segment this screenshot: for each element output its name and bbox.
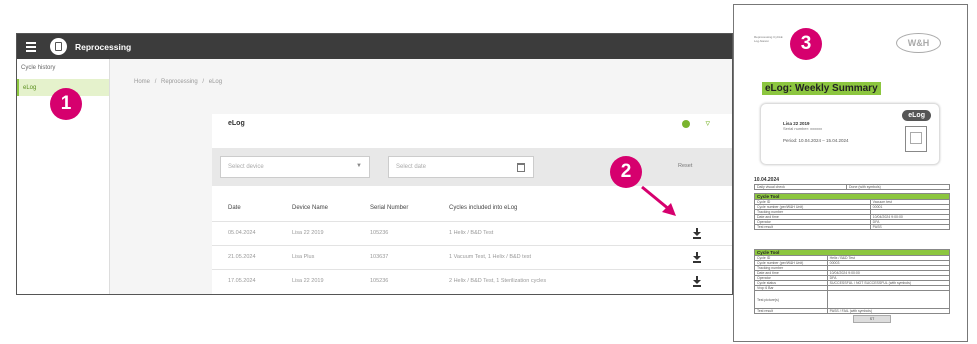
date-select[interactable]: Select date bbox=[388, 156, 534, 178]
check-table: Daily visual check Done (with symbols) bbox=[753, 184, 950, 190]
top-bar: Reprocessing bbox=[17, 34, 732, 59]
menu-icon[interactable] bbox=[26, 41, 36, 52]
table-row[interactable]: 05.04.2024 Lisa 22 2019 105236 1 Helix /… bbox=[212, 221, 732, 245]
breadcrumb-reprocessing[interactable]: Reprocessing bbox=[161, 79, 198, 85]
sidebar-item-cycle-history[interactable]: Cycle history bbox=[17, 59, 109, 76]
breadcrumb-separator: / bbox=[202, 79, 205, 85]
row-device-name: Lisa 22 2019 bbox=[292, 278, 324, 284]
elog-document: Reprocessing CyCLE Log Alanon W&H eLog: … bbox=[733, 4, 968, 342]
gear-icon[interactable] bbox=[682, 120, 690, 128]
download-icon[interactable] bbox=[693, 228, 701, 239]
chevron-down-icon: ▼ bbox=[356, 163, 362, 169]
row-date: 05.04.2024 bbox=[228, 230, 256, 236]
elog-badge: eLog bbox=[902, 110, 931, 121]
callout-badge-1: 1 bbox=[50, 88, 82, 120]
column-header-device-name: Device Name bbox=[292, 205, 329, 211]
row-date: 21.05.2024 bbox=[228, 254, 256, 260]
row-serial-number: 103637 bbox=[370, 254, 389, 260]
breadcrumb-elog: eLog bbox=[208, 79, 223, 85]
wh-logo: W&H bbox=[896, 33, 941, 53]
date-select-placeholder: Select date bbox=[396, 164, 427, 170]
document-header-text: Reprocessing CyCLE Log Alanon bbox=[754, 35, 783, 43]
app-logo-icon bbox=[50, 38, 67, 55]
table-row[interactable]: 21.05.2024 Lisa Plus 103637 1 Vacuum Tes… bbox=[212, 245, 732, 269]
download-icon[interactable] bbox=[693, 252, 701, 263]
filter-icon[interactable]: ▿ bbox=[705, 118, 710, 128]
callout-badge-2: 2 bbox=[610, 156, 642, 188]
callout-badge-3: 3 bbox=[790, 28, 822, 60]
row-cycles: 1 Vacuum Test, 1 Helix / B&D test bbox=[449, 254, 532, 260]
row-serial-number: 105236 bbox=[370, 278, 389, 284]
device-card: eLog Lisa 22 2019 Serial number: xxxxxx … bbox=[760, 103, 940, 165]
row-cycles: 2 Helix / B&D Test, 1 Sterilization cycl… bbox=[449, 278, 547, 284]
row-date: 17.05.2024 bbox=[228, 278, 256, 284]
card-period: Period: 10.04.2024 – 15.04.2024 bbox=[783, 138, 849, 143]
card-serial: Serial number: xxxxxx bbox=[783, 126, 823, 131]
app-title: Reprocessing bbox=[75, 41, 132, 52]
document-title: eLog: Weekly Summary bbox=[762, 82, 881, 95]
column-header-date: Date bbox=[228, 205, 241, 211]
row-cycles: 1 Helix / B&D Test bbox=[449, 230, 494, 236]
table-row[interactable]: 17.05.2024 Lisa 22 2019 105236 2 Helix /… bbox=[212, 269, 732, 293]
device-select[interactable]: Select device ▼ bbox=[220, 156, 370, 178]
column-header-serial-number: Serial Number bbox=[370, 205, 409, 211]
calendar-icon[interactable] bbox=[517, 163, 525, 172]
breadcrumb-home[interactable]: Home bbox=[134, 79, 150, 85]
document-date: 10.04.2024 bbox=[754, 177, 780, 183]
breadcrumb: Home / Reprocessing / eLog bbox=[134, 79, 225, 85]
filter-bar: Select device ▼ Select date Reset bbox=[212, 148, 732, 186]
row-serial-number: 105236 bbox=[370, 230, 389, 236]
download-icon[interactable] bbox=[693, 276, 701, 287]
cycle-table-1: Cycle Tool Cycle ID Vacuum test Cycle num… bbox=[754, 193, 951, 230]
row-device-name: Lisa Plus bbox=[292, 254, 315, 260]
reset-button[interactable]: Reset bbox=[678, 163, 692, 169]
column-header-cycles: Cycles included into eLog bbox=[449, 205, 518, 211]
row-device-name: Lisa 22 2019 bbox=[292, 230, 324, 236]
breadcrumb-separator: / bbox=[154, 79, 157, 85]
cycle-table-2: Cycle Tool Cycle ID Helix / B&D Test Cycl… bbox=[754, 249, 951, 314]
device-select-placeholder: Select device bbox=[228, 164, 264, 170]
panel-title: eLog bbox=[228, 120, 245, 127]
callout-arrow-icon bbox=[641, 185, 676, 216]
test-picture-thumbnail: ST bbox=[853, 315, 891, 323]
device-illustration-icon bbox=[905, 126, 927, 152]
